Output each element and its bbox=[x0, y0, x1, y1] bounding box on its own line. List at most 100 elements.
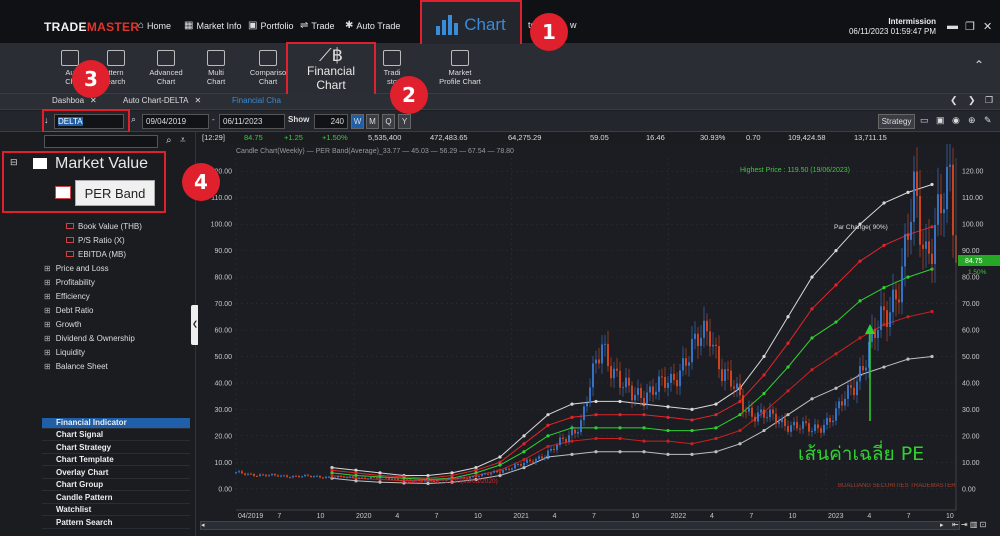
tree-efficiency[interactable]: ⊞ Efficiency bbox=[44, 292, 90, 301]
tab-next-icon[interactable]: ❯ bbox=[968, 95, 976, 106]
save-icon[interactable]: ▣ bbox=[936, 115, 945, 126]
scroll-left-icon[interactable]: ◂ bbox=[201, 521, 205, 529]
menu-portfolio[interactable]: ▣ Portfolio bbox=[248, 20, 293, 31]
close-icon[interactable]: ✕ bbox=[983, 20, 992, 33]
tab-auto-chart[interactable]: Auto Chart-DELTA ✕ bbox=[123, 96, 201, 105]
advanced-chart-icon bbox=[157, 50, 175, 66]
expand-all-icon[interactable]: ⩡ bbox=[180, 135, 186, 146]
tree-book-value[interactable]: Book Value (THB) bbox=[66, 222, 142, 231]
menu-chart-group[interactable]: Chart Group bbox=[42, 480, 190, 491]
per-band-point bbox=[378, 480, 382, 484]
per-band-point bbox=[858, 299, 862, 303]
camera-icon[interactable]: ◉ bbox=[952, 115, 960, 126]
candle-body bbox=[262, 474, 264, 476]
menu-chart-template[interactable]: Chart Template bbox=[42, 455, 190, 466]
minimize-icon[interactable]: ▬ bbox=[947, 20, 958, 32]
collapse-icon[interactable]: ⊟ bbox=[10, 157, 18, 168]
candle-body bbox=[235, 472, 237, 474]
candle-body bbox=[382, 476, 384, 478]
candle-body bbox=[712, 344, 714, 347]
candle-body bbox=[772, 409, 774, 414]
zoom-controls[interactable]: ⇤ ⇥ ▥ ⊡ bbox=[952, 520, 986, 529]
x-tick-label: 4 bbox=[553, 513, 557, 520]
tree-dividend-ownership[interactable]: ⊞ Dividend & Ownership bbox=[44, 334, 135, 343]
candle-body bbox=[499, 472, 501, 474]
symbol-input[interactable]: DELTA bbox=[54, 114, 124, 129]
menu-trade[interactable]: ⇌ Trade bbox=[300, 20, 335, 31]
per-band-chart[interactable]: 0.00 0.0010.00 10.0020.00 20.0030.00 30.0040… bbox=[198, 144, 1000, 522]
tree-market-value[interactable]: Market Value bbox=[55, 155, 148, 173]
tree-ps-ratio[interactable]: P/S Ratio (X) bbox=[66, 236, 125, 245]
tree-balance-sheet[interactable]: ⊞ Balance Sheet bbox=[44, 362, 108, 371]
expand-icon[interactable]: ⊞ bbox=[44, 306, 51, 315]
menu-chart-signal[interactable]: Chart Signal bbox=[42, 430, 190, 441]
expand-icon[interactable]: ⊞ bbox=[44, 348, 51, 357]
y-tick-label: 110.00 bbox=[211, 195, 232, 202]
period-quarterly-button[interactable]: Q bbox=[382, 114, 395, 129]
tree-debt-ratio[interactable]: ⊞ Debt Ratio bbox=[44, 306, 94, 315]
period-monthly-button[interactable]: M bbox=[366, 114, 379, 129]
scale-icon bbox=[259, 50, 277, 66]
tab-prev-icon[interactable]: ❮ bbox=[950, 95, 958, 106]
x-tick-label: 2023 bbox=[828, 513, 844, 520]
tab-list-icon[interactable]: ❐ bbox=[985, 95, 993, 106]
y-tick-label: 40.00 bbox=[214, 380, 232, 387]
menu-overlay-chart[interactable]: Overlay Chart bbox=[42, 468, 190, 479]
restore-icon[interactable]: ❐ bbox=[965, 20, 975, 33]
tree-liquidity[interactable]: ⊞ Liquidity bbox=[44, 348, 85, 357]
menu-chart[interactable]: Chart bbox=[420, 0, 522, 50]
menu-candle-pattern[interactable]: Candle Pattern bbox=[42, 493, 190, 504]
collapse-toolbar-icon[interactable]: ⌃ bbox=[974, 58, 984, 72]
x-tick-label: 7 bbox=[435, 513, 439, 520]
candle-body bbox=[268, 475, 270, 477]
candle-body bbox=[259, 474, 261, 477]
folder-icon[interactable]: ▭ bbox=[920, 115, 929, 126]
stat-last: 84.75 bbox=[244, 133, 263, 142]
expand-icon[interactable]: ⊞ bbox=[44, 320, 51, 329]
multi-chart-tool[interactable]: Multi Chart bbox=[186, 50, 246, 86]
period-weekly-button[interactable]: W bbox=[351, 114, 364, 129]
search-icon[interactable]: ⌕ bbox=[166, 135, 172, 146]
candle-body bbox=[358, 477, 360, 479]
expand-icon[interactable]: ⊞ bbox=[44, 264, 51, 273]
wrench-icon[interactable]: ✎ bbox=[984, 115, 992, 126]
from-date-field[interactable]: 09/04/2019 bbox=[142, 114, 209, 129]
expand-icon[interactable]: ⊞ bbox=[44, 278, 51, 287]
to-date-field[interactable]: 06/11/2023 bbox=[219, 114, 285, 129]
show-count-input[interactable]: 240 bbox=[314, 114, 348, 129]
close-icon[interactable]: ✕ bbox=[195, 96, 202, 105]
menu-market-info[interactable]: ▦ Market Info bbox=[184, 20, 241, 31]
search-icon[interactable]: ⌕ bbox=[131, 114, 136, 125]
tree-price-and-loss[interactable]: ⊞ Price and Loss bbox=[44, 264, 109, 273]
menu-chart-strategy[interactable]: Chart Strategy bbox=[42, 443, 190, 454]
tab-financial-chart[interactable]: Financial Cha bbox=[232, 96, 281, 105]
expand-icon[interactable]: ⊞ bbox=[44, 292, 51, 301]
scroll-right-icon[interactable]: ▸ bbox=[940, 521, 944, 529]
menu-financial-indicator[interactable]: Financial Indicator bbox=[42, 418, 190, 429]
candle-body bbox=[523, 462, 525, 466]
candle-body bbox=[391, 478, 393, 480]
globe-icon[interactable]: ⊕ bbox=[968, 115, 976, 126]
indicator-search-input[interactable] bbox=[44, 135, 158, 148]
market-profile-tool[interactable]: Market Profile Chart bbox=[430, 50, 490, 86]
menu-pattern-search[interactable]: Pattern Search bbox=[42, 518, 190, 529]
expand-icon[interactable]: ⊞ bbox=[44, 334, 51, 343]
menu-home[interactable]: ⌂ Home bbox=[138, 20, 171, 31]
tree-profitability[interactable]: ⊞ Profitability bbox=[44, 278, 95, 287]
per-band-point bbox=[930, 309, 934, 314]
y-tick-label: 70.00 bbox=[214, 301, 232, 308]
tree-per-band[interactable]: PER Band bbox=[75, 180, 155, 206]
candle-body bbox=[271, 473, 273, 476]
menu-watchlist[interactable]: Watchlist bbox=[42, 505, 190, 516]
candle-body bbox=[472, 476, 474, 478]
stats-row: [12:29] 84.75 +1.25 +1.50% 5,535,400 472… bbox=[198, 133, 1000, 144]
tree-growth[interactable]: ⊞ Growth bbox=[44, 320, 82, 329]
menu-auto-trade[interactable]: ✱ Auto Trade bbox=[345, 20, 400, 31]
expand-icon[interactable]: ⊞ bbox=[44, 362, 51, 371]
period-yearly-button[interactable]: Y bbox=[398, 114, 411, 129]
tree-ebitda[interactable]: EBITDA (MB) bbox=[66, 250, 126, 259]
strategy-button[interactable]: Strategy bbox=[878, 114, 915, 129]
menu-view[interactable]: w bbox=[570, 20, 577, 30]
chart-horizontal-scrollbar[interactable] bbox=[200, 521, 960, 530]
y-tick-label-right: 70.00 bbox=[962, 301, 980, 308]
